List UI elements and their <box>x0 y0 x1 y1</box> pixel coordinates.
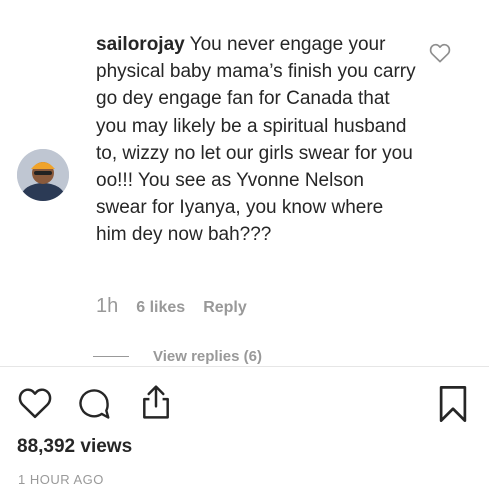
avatar[interactable] <box>17 149 69 201</box>
post-action-bar: 88,392 views 1 HOUR AGO <box>0 367 489 500</box>
comment-text: You never engage your physical baby mama… <box>96 34 416 246</box>
comment-icon[interactable] <box>76 386 112 422</box>
heart-icon[interactable] <box>17 387 53 419</box>
view-replies[interactable]: View replies (6) <box>93 348 262 365</box>
comment-likes[interactable]: 6 likes <box>136 299 185 317</box>
comment-like-icon[interactable] <box>429 43 451 63</box>
reply-button[interactable]: Reply <box>203 299 247 317</box>
comment: sailorojay You never engage your physica… <box>0 0 489 366</box>
share-icon[interactable] <box>138 383 174 421</box>
view-replies-label[interactable]: View replies (6) <box>153 348 262 365</box>
comment-meta: 1h 6 likes Reply <box>96 295 247 318</box>
view-count[interactable]: 88,392 views <box>17 436 132 458</box>
comment-time: 1h <box>96 295 119 317</box>
comment-username[interactable]: sailorojay <box>96 34 185 55</box>
comment-body: sailorojay You never engage your physica… <box>96 31 418 249</box>
instagram-post-page: sailorojay You never engage your physica… <box>0 0 489 500</box>
bookmark-icon[interactable] <box>437 385 469 423</box>
view-replies-line <box>93 356 129 357</box>
post-time: 1 HOUR AGO <box>18 472 104 487</box>
